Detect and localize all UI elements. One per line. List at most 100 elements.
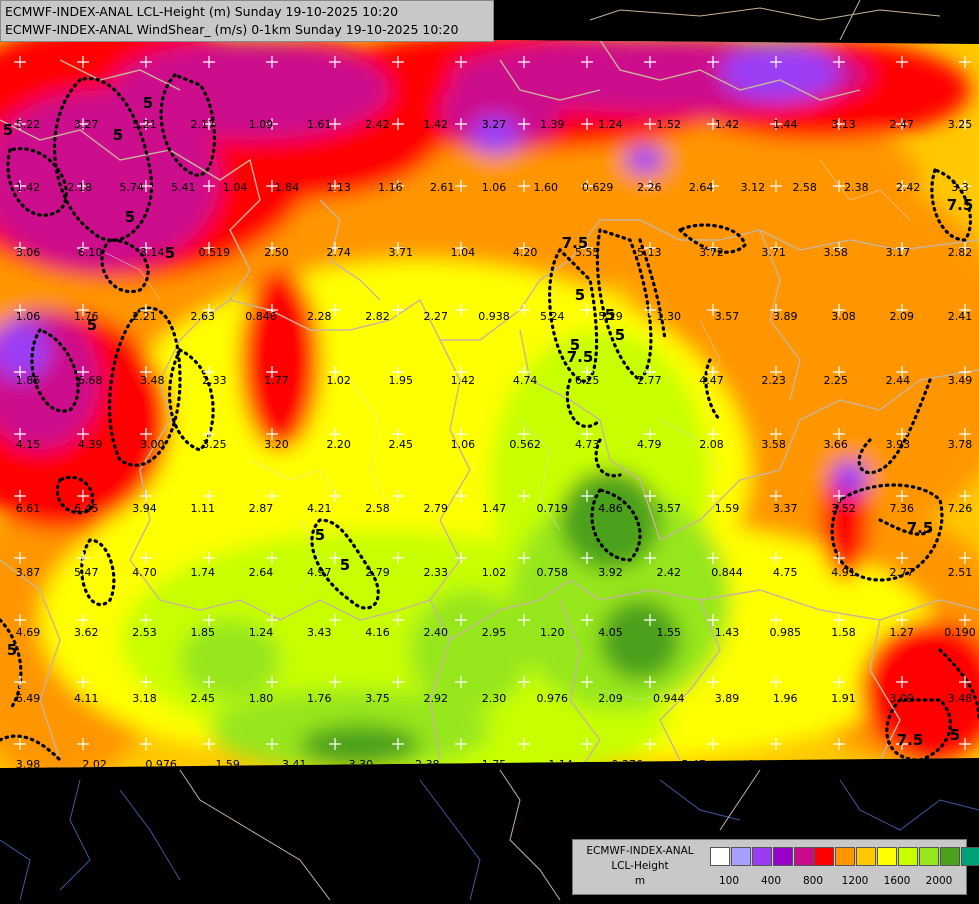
shear-value-label: 1.74: [191, 566, 216, 579]
legend-swatch: [960, 847, 979, 866]
contour-label: 5: [87, 316, 97, 334]
shear-value-label: 2.23: [761, 374, 786, 387]
contour-label: 5: [165, 244, 175, 262]
shear-value-label: 2.09: [890, 310, 915, 323]
shear-value-label: 3.57: [657, 502, 682, 515]
shear-value-label: 0.519: [199, 246, 231, 259]
legend-unit: m: [634, 875, 646, 887]
shear-value-label: 4.69: [16, 626, 41, 639]
shear-value-label: 2.53: [132, 626, 157, 639]
contour-label: 7.5: [567, 348, 594, 366]
shear-value-label: 3.17: [886, 246, 911, 259]
shear-value-label: 2.27: [424, 310, 449, 323]
shear-value-label: 3.06: [16, 246, 41, 259]
shear-value-label: 0.846: [245, 310, 277, 323]
shear-value-label: 2.18: [68, 181, 93, 194]
shear-value-label: 0.938: [478, 310, 510, 323]
shear-value-label: 1.52: [657, 118, 682, 131]
shear-value-label: 3.25: [202, 438, 227, 451]
shear-value-label: 2.09: [598, 692, 623, 705]
shear-value-label: 2.25: [823, 374, 848, 387]
shear-value-label: 1.04: [451, 246, 476, 259]
shear-value-label: 3.89: [715, 692, 740, 705]
contour-label: 5: [315, 526, 325, 544]
shear-value-label: 6.49: [16, 692, 41, 705]
shear-value-label: 2.17: [191, 118, 216, 131]
shear-value-label: 1.55: [657, 626, 682, 639]
legend-ticks: 100 400 800 1200 1600 2000: [710, 875, 966, 889]
shear-value-label: 3.66: [823, 438, 848, 451]
shear-value-label: 1.80: [249, 692, 274, 705]
shear-value-label: 1.02: [482, 566, 507, 579]
legend-swatch: [793, 847, 814, 866]
legend-swatch: [856, 847, 877, 866]
legend-swatch: [772, 847, 793, 866]
shear-value-label: 1.42: [451, 374, 476, 387]
shear-value-label: 2.44: [886, 374, 911, 387]
shear-value-label: 6.61: [16, 502, 41, 515]
shear-value-label: 3.71: [761, 246, 786, 259]
shear-value-label: 4.79: [637, 438, 662, 451]
shear-value-label: 3.49: [948, 374, 973, 387]
shear-value-label: 4.20: [513, 246, 538, 259]
shear-value-label: 6.68: [78, 374, 103, 387]
shear-value-label: 2.20: [326, 438, 351, 451]
shear-value-label: 3.00: [140, 438, 165, 451]
shear-value-label: 2.74: [326, 246, 351, 259]
legend-swatch: [751, 847, 772, 866]
shear-value-label: 2.92: [424, 692, 449, 705]
shear-value-label: 2.42: [365, 118, 390, 131]
shear-value-label: 2.40: [424, 626, 449, 639]
shear-value-label: 0.190: [944, 626, 976, 639]
shear-value-label: 2.45: [191, 692, 216, 705]
shear-value-label: 3.52: [831, 502, 856, 515]
legend-title-line-2: LCL-Height: [611, 860, 669, 872]
shear-value-label: 3.3: [951, 181, 969, 194]
shear-value-label: 1.39: [540, 118, 565, 131]
shear-value-label: 5.47: [74, 566, 99, 579]
map-stage: 5.22 3.27 5.21 2.17 1.09 1.61 2.42 1.42 3.27 1.39…: [0, 0, 979, 901]
shear-value-label: 1.16: [378, 181, 403, 194]
shear-value-label: 1.06: [451, 438, 476, 451]
shear-value-label: 4.70: [132, 566, 157, 579]
shear-value-label: 5.22: [16, 118, 41, 131]
shear-value-label: 2.82: [948, 246, 973, 259]
header-line-2: ECMWF-INDEX-ANAL WindShear_ (m/s) 0-1km …: [5, 22, 459, 37]
shear-value-label: 1.42: [16, 181, 41, 194]
shear-value-label: 1.06: [482, 181, 507, 194]
shear-value-label: 2.95: [482, 626, 507, 639]
shear-value-label: 0.944: [653, 692, 685, 705]
shear-value-label: 2.77: [890, 566, 915, 579]
contour-label: 5: [113, 126, 123, 144]
shear-value-label: 3.48: [140, 374, 165, 387]
contour-label: 5: [143, 94, 153, 112]
shear-value-label: 3.89: [773, 310, 798, 323]
shear-value-label: 1.06: [16, 310, 41, 323]
shear-value-label: 3.09: [890, 692, 915, 705]
shear-value-label: 1.60: [534, 181, 559, 194]
shear-value-label: 1.58: [831, 626, 856, 639]
shear-value-label: 3.13: [831, 118, 856, 131]
contour-label: 5: [950, 726, 960, 744]
shear-value-label: 1.91: [831, 692, 856, 705]
shear-value-label: 4.16: [365, 626, 390, 639]
shear-value-label: 2.08: [699, 438, 724, 451]
contour-label: 7.5: [947, 196, 974, 214]
shear-value-label: 5.74: [119, 181, 144, 194]
shear-value-label: 2.47: [890, 118, 915, 131]
shear-value-label: 5.13: [637, 246, 662, 259]
shear-value-label: 2.51: [948, 566, 973, 579]
shear-value-label: 3.20: [264, 438, 289, 451]
shear-value-label: 2.33: [424, 566, 449, 579]
shear-value-label: 2.64: [689, 181, 714, 194]
legend-title: ECMWF-INDEX-ANAL LCL-Height m: [575, 844, 705, 889]
legend-tick-label: 1600: [883, 875, 911, 887]
shear-value-label: 1.95: [389, 374, 414, 387]
shear-value-label: 1.61: [307, 118, 332, 131]
shear-value-label: 2.38: [844, 181, 869, 194]
shear-value-label: 4.05: [598, 626, 623, 639]
legend-tick-label: 800: [802, 875, 824, 887]
shear-value-label: 4.74: [513, 374, 538, 387]
contour-label: 5: [605, 306, 615, 324]
shear-value-label: 2.87: [249, 502, 274, 515]
